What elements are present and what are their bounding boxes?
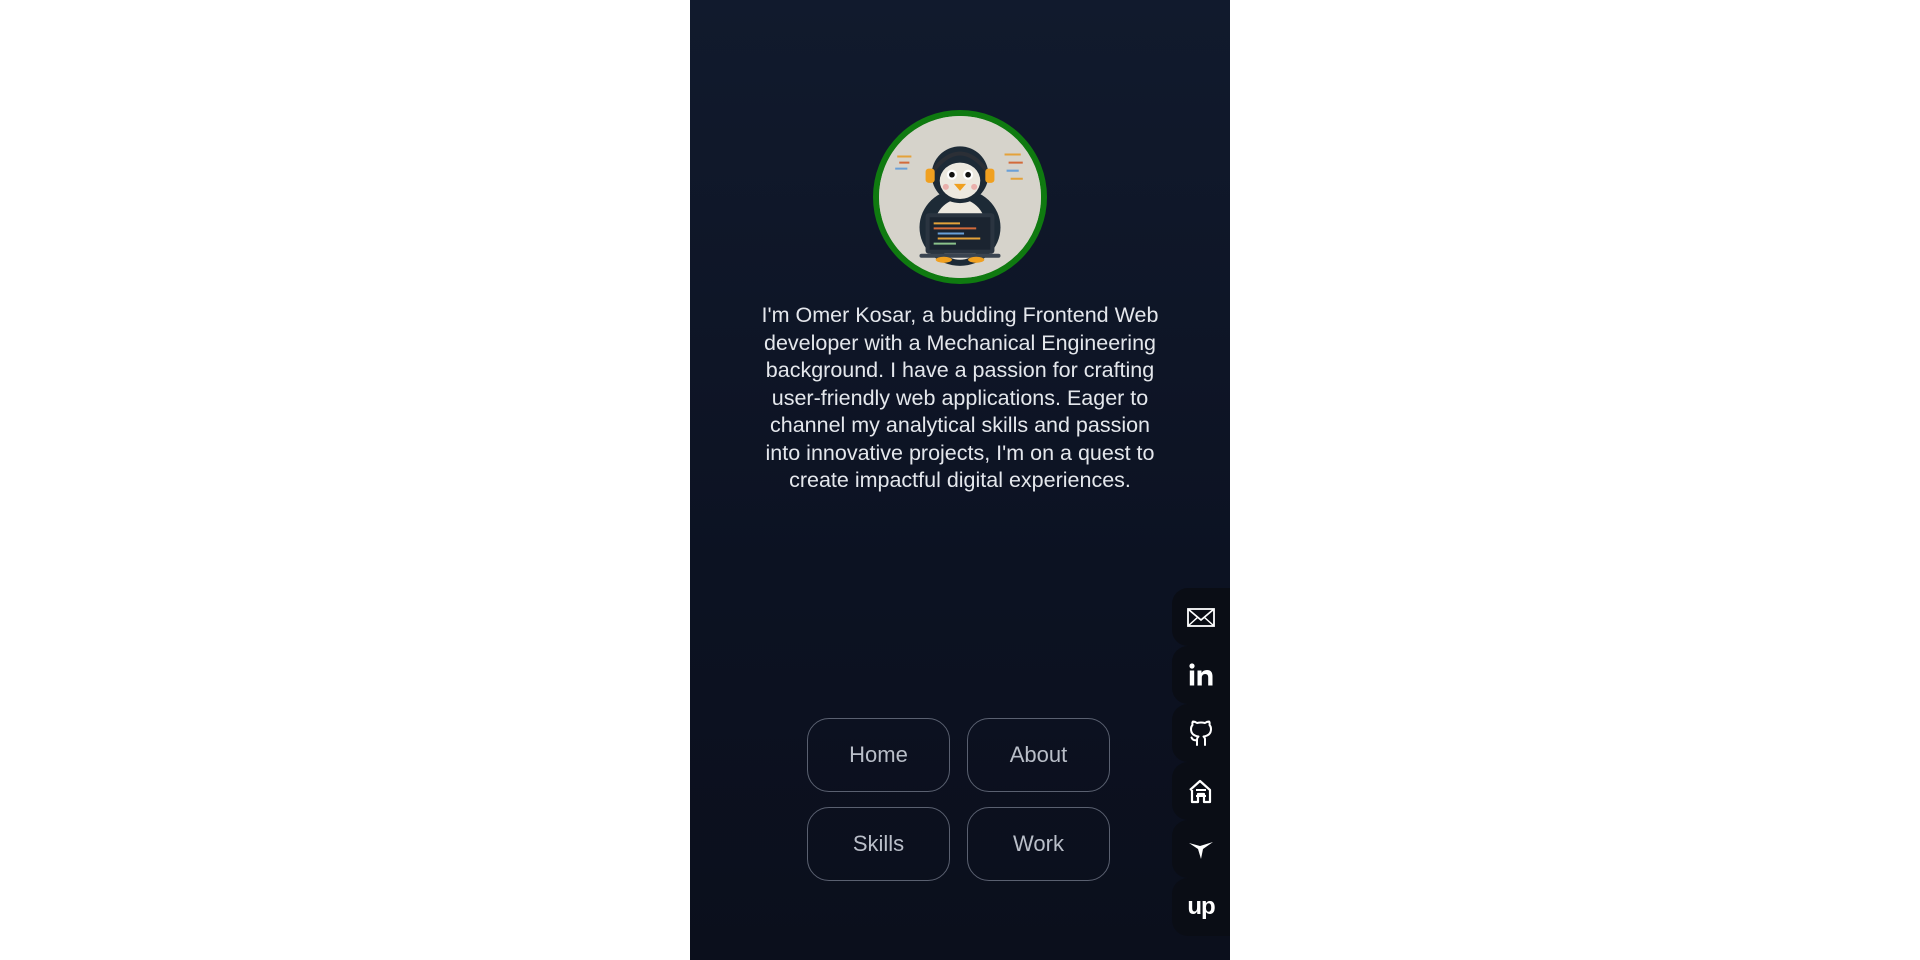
about-button[interactable]: About bbox=[967, 718, 1110, 792]
skills-button[interactable]: Skills bbox=[807, 807, 950, 881]
avatar bbox=[873, 110, 1047, 284]
social-links: up bbox=[1172, 588, 1230, 936]
hummingbird-link[interactable] bbox=[1172, 820, 1230, 878]
hashnode-link[interactable] bbox=[1172, 762, 1230, 820]
work-button[interactable]: Work bbox=[967, 807, 1110, 881]
email-link[interactable] bbox=[1172, 588, 1230, 646]
mail-icon bbox=[1187, 608, 1215, 627]
linkedin-icon bbox=[1189, 663, 1213, 686]
github-icon bbox=[1190, 720, 1212, 746]
hummingbird-icon bbox=[1189, 842, 1213, 859]
home-button[interactable]: Home bbox=[807, 718, 950, 792]
hashnode-icon bbox=[1189, 779, 1212, 804]
penguin-avatar-icon bbox=[879, 116, 1041, 278]
main-panel: I'm Omer Kosar, a budding Frontend Web d… bbox=[690, 0, 1230, 960]
upwork-icon: up bbox=[1187, 893, 1215, 920]
nav-grid: Home About Skills Work bbox=[807, 718, 1112, 881]
bio-text: I'm Omer Kosar, a budding Frontend Web d… bbox=[761, 303, 1159, 492]
github-link[interactable] bbox=[1172, 704, 1230, 762]
upwork-link[interactable]: up bbox=[1172, 878, 1230, 936]
linkedin-link[interactable] bbox=[1172, 646, 1230, 704]
